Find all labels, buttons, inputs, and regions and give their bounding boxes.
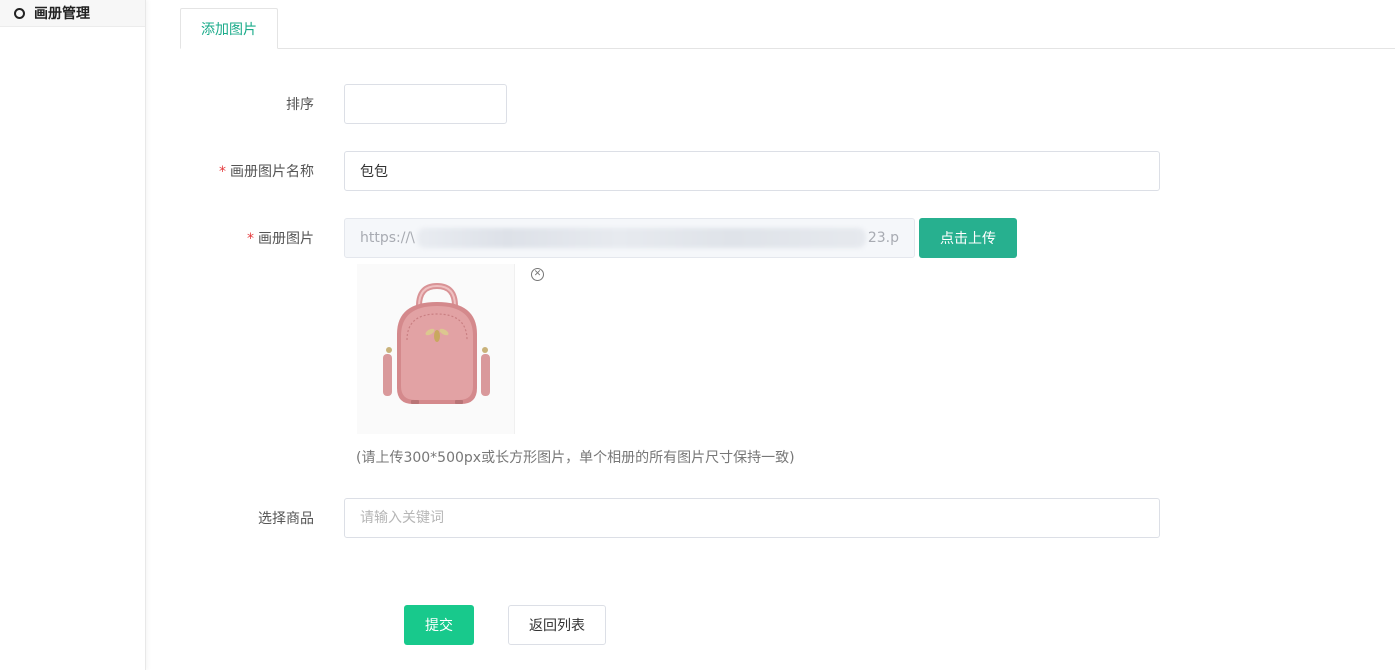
sidebar-item-label: 画册管理 [34,6,90,22]
image-label: * 画册图片 [247,231,314,247]
submit-button[interactable]: 提交 [404,605,474,645]
product-search-input[interactable] [344,498,1160,538]
image-thumbnail [357,264,515,434]
url-prefix: https://\ [360,230,415,246]
required-mark: * [247,231,254,247]
sidebar-item-album-management[interactable]: 画册管理 [0,0,145,27]
upload-hint: (请上传300*500px或长方形图片，单个相册的所有图片尺寸保持一致) [356,450,795,466]
circle-icon [14,7,25,19]
backpack-image [383,282,490,404]
url-redacted [416,228,866,248]
name-input[interactable] [344,151,1160,191]
sort-row: 排序 [180,84,507,124]
sort-label: 排序 [286,97,314,113]
tab-bar: 添加图片 [180,8,1395,49]
product-row: 选择商品 [180,498,1160,538]
upload-button[interactable]: 点击上传 [919,218,1017,258]
name-label: * 画册图片名称 [219,164,314,180]
back-to-list-button[interactable]: 返回列表 [508,605,606,645]
sort-input[interactable] [344,84,507,124]
product-label: 选择商品 [258,511,314,527]
required-mark: * [219,164,226,180]
url-suffix: 23.p [867,230,899,246]
remove-image-icon[interactable]: ✕ [531,268,544,281]
sidebar: 画册管理 [0,0,146,670]
tab-add-image[interactable]: 添加图片 [180,8,278,49]
name-row: * 画册图片名称 [180,151,1160,191]
image-url-field[interactable]: https://\ 23.p [344,218,915,258]
image-row: * 画册图片 [180,218,314,258]
